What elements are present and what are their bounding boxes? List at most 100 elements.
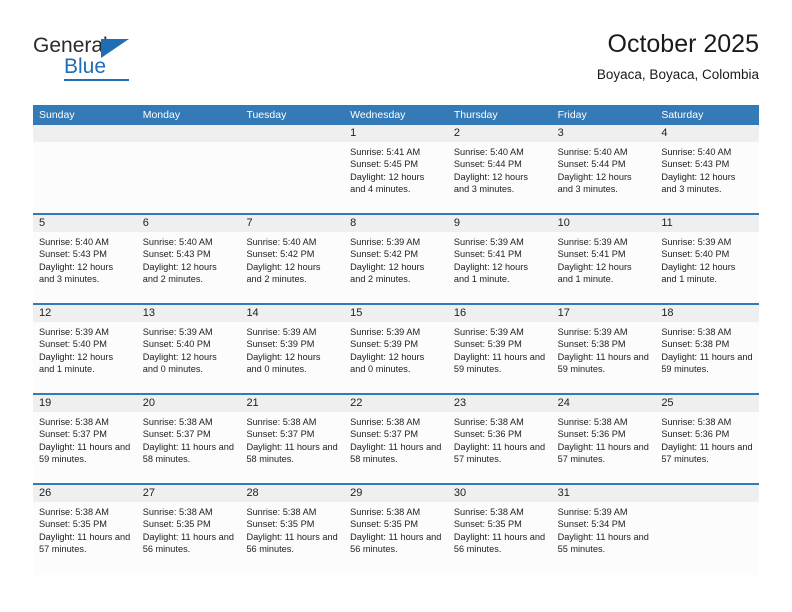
calendar-day-cell[interactable]: 2 Sunrise: 5:40 AM Sunset: 5:44 PM Daylight… — [447, 125, 552, 213]
calendar-day-cell[interactable]: 7 Sunrise: 5:40 AM Sunset: 5:42 PM Daylight… — [240, 215, 345, 303]
sunset-text: Sunset: 5:35 PM — [453, 519, 522, 530]
calendar-day-cell[interactable]: 15 Sunrise: 5:39 AM Sunset: 5:39 PM Dayligh… — [344, 305, 448, 393]
weekday-header-tuesday: Tuesday — [246, 109, 287, 121]
sunset-text: Sunset: 5:37 PM — [350, 429, 419, 440]
sunrise-text: Sunrise: 5:39 AM — [246, 327, 317, 337]
day-number: 16 — [447, 305, 552, 322]
weekday-header-friday: Friday — [557, 109, 587, 121]
daylight-text: Daylight: 11 hours and 57 minutes. — [453, 441, 546, 465]
calendar-day-cell[interactable]: 31 Sunrise: 5:39 AM Sunset: 5:34 PM Dayligh… — [551, 485, 656, 575]
day-details: Sunrise: 5:38 AM Sunset: 5:35 PM Daylight:… — [448, 502, 552, 556]
sunset-text: Sunset: 5:42 PM — [350, 249, 419, 260]
weekday-header-row: Sunday Monday Tuesday Wednesday Thursday Frid… — [33, 105, 759, 125]
sunrise-text: Sunrise: 5:39 AM — [557, 507, 628, 517]
calendar-grid: Sunday Monday Tuesday Wednesday Thursday Frid… — [33, 105, 760, 575]
calendar-day-cell[interactable]: 14 Sunrise: 5:39 AM Sunset: 5:39 PM Dayligh… — [240, 305, 345, 393]
calendar-day-cell[interactable]: 28 Sunrise: 5:38 AM Sunset: 5:35 PM Dayligh… — [240, 485, 345, 575]
daylight-text: Daylight: 11 hours and 59 minutes. — [453, 351, 546, 375]
weekday-header-sunday: Sunday — [39, 109, 75, 121]
sunrise-text: Sunrise: 5:38 AM — [39, 507, 109, 517]
sunrise-text: Sunrise: 5:38 AM — [350, 507, 421, 517]
general-blue-logo[interactable]: General Blue — [33, 34, 233, 90]
calendar-week-row: 12 Sunrise: 5:39 AM Sunset: 5:40 PM Dayligh… — [33, 305, 760, 395]
calendar-day-cell[interactable]: 8 Sunrise: 5:39 AM Sunset: 5:42 PM Daylight… — [344, 215, 448, 303]
calendar-day-cell[interactable]: 23 Sunrise: 5:38 AM Sunset: 5:36 PM Dayligh… — [447, 395, 552, 483]
day-details: Sunrise: 5:38 AM Sunset: 5:35 PM Daylight:… — [344, 502, 448, 556]
calendar-day-cell[interactable]: 25 Sunrise: 5:38 AM Sunset: 5:36 PM Dayligh… — [655, 395, 760, 483]
daylight-text: Daylight: 11 hours and 57 minutes. — [39, 531, 131, 555]
calendar-day-cell[interactable]: 4 Sunrise: 5:40 AM Sunset: 5:43 PM Daylight… — [655, 125, 760, 213]
calendar-day-cell[interactable]: 6 Sunrise: 5:40 AM Sunset: 5:43 PM Daylight… — [136, 215, 241, 303]
calendar-page: General Blue October 2025 Boyaca, Boyaca… — [0, 0, 792, 612]
calendar-day-cell[interactable]: 11 Sunrise: 5:39 AM Sunset: 5:40 PM Dayligh… — [655, 215, 760, 303]
day-details: Sunrise: 5:38 AM Sunset: 5:36 PM Daylight:… — [448, 412, 552, 466]
day-details: Sunrise: 5:39 AM Sunset: 5:40 PM Daylight:… — [137, 322, 241, 376]
calendar-day-cell[interactable]: 16 Sunrise: 5:39 AM Sunset: 5:39 PM Dayligh… — [447, 305, 552, 393]
sunrise-text: Sunrise: 5:41 AM — [350, 147, 421, 157]
day-details: Sunrise: 5:39 AM Sunset: 5:41 PM Daylight:… — [552, 232, 656, 286]
sunset-text: Sunset: 5:41 PM — [557, 249, 626, 260]
sunset-text: Sunset: 5:35 PM — [39, 519, 107, 530]
calendar-week-row: 19 Sunrise: 5:38 AM Sunset: 5:37 PM Dayligh… — [33, 395, 760, 485]
day-details: Sunrise: 5:39 AM Sunset: 5:39 PM Daylight:… — [344, 322, 448, 376]
day-number: 30 — [447, 485, 552, 502]
calendar-day-cell[interactable]: 1 Sunrise: 5:41 AM Sunset: 5:45 PM Daylight… — [344, 125, 448, 213]
calendar-day-cell[interactable]: 9 Sunrise: 5:39 AM Sunset: 5:41 PM Daylight… — [447, 215, 552, 303]
daylight-text: Daylight: 11 hours and 58 minutes. — [350, 441, 442, 465]
day-details: Sunrise: 5:38 AM Sunset: 5:37 PM Daylight:… — [33, 412, 137, 466]
daylight-text: Daylight: 12 hours and 2 minutes. — [142, 261, 217, 285]
day-details: Sunrise: 5:39 AM Sunset: 5:34 PM Daylight:… — [552, 502, 656, 556]
calendar-day-cell[interactable]: 20 Sunrise: 5:38 AM Sunset: 5:37 PM Dayligh… — [136, 395, 241, 483]
day-number: 21 — [240, 395, 345, 412]
calendar-day-cell[interactable]: 5 Sunrise: 5:40 AM Sunset: 5:43 PM Daylight… — [33, 215, 137, 303]
day-number — [655, 485, 760, 502]
calendar-day-cell[interactable]: 22 Sunrise: 5:38 AM Sunset: 5:37 PM Dayligh… — [344, 395, 448, 483]
day-number: 4 — [655, 125, 760, 142]
calendar-day-cell[interactable]: 3 Sunrise: 5:40 AM Sunset: 5:44 PM Daylight… — [551, 125, 656, 213]
day-number: 11 — [655, 215, 760, 232]
daylight-text: Daylight: 12 hours and 2 minutes. — [350, 261, 425, 285]
calendar-day-cell[interactable]: 26 Sunrise: 5:38 AM Sunset: 5:35 PM Dayligh… — [33, 485, 137, 575]
daylight-text: Daylight: 11 hours and 58 minutes. — [142, 441, 234, 465]
day-details: Sunrise: 5:38 AM Sunset: 5:37 PM Daylight:… — [240, 412, 344, 466]
sunrise-text: Sunrise: 5:40 AM — [557, 147, 628, 157]
sunset-text: Sunset: 5:35 PM — [246, 519, 315, 530]
sunset-text: Sunset: 5:45 PM — [350, 159, 419, 170]
day-number — [33, 125, 137, 142]
day-number: 28 — [240, 485, 345, 502]
sunset-text: Sunset: 5:34 PM — [557, 519, 626, 530]
day-number: 3 — [551, 125, 656, 142]
sunrise-text: Sunrise: 5:38 AM — [453, 417, 524, 427]
sunset-text: Sunset: 5:36 PM — [453, 429, 522, 440]
title-block: October 2025 Boyaca, Boyaca, Colombia — [597, 28, 759, 85]
day-details: Sunrise: 5:39 AM Sunset: 5:40 PM Daylight:… — [655, 232, 759, 286]
sunset-text: Sunset: 5:37 PM — [246, 429, 315, 440]
calendar-day-cell[interactable]: 12 Sunrise: 5:39 AM Sunset: 5:40 PM Dayligh… — [33, 305, 137, 393]
calendar-day-cell[interactable]: 13 Sunrise: 5:39 AM Sunset: 5:40 PM Dayligh… — [136, 305, 241, 393]
sunset-text: Sunset: 5:36 PM — [661, 429, 730, 440]
calendar-day-cell[interactable]: 21 Sunrise: 5:38 AM Sunset: 5:37 PM Dayligh… — [240, 395, 345, 483]
calendar-day-cell[interactable]: 18 Sunrise: 5:38 AM Sunset: 5:38 PM Dayligh… — [655, 305, 760, 393]
day-number: 8 — [344, 215, 448, 232]
calendar-weeks: 1 Sunrise: 5:41 AM Sunset: 5:45 PM Daylight… — [33, 125, 760, 575]
calendar-day-cell[interactable]: 30 Sunrise: 5:38 AM Sunset: 5:35 PM Dayligh… — [447, 485, 552, 575]
calendar-week-row: 1 Sunrise: 5:41 AM Sunset: 5:45 PM Daylight… — [33, 125, 760, 215]
sunrise-text: Sunrise: 5:39 AM — [557, 237, 628, 247]
daylight-text: Daylight: 12 hours and 0 minutes. — [246, 351, 321, 375]
daylight-text: Daylight: 11 hours and 56 minutes. — [453, 531, 546, 555]
day-details: Sunrise: 5:39 AM Sunset: 5:42 PM Daylight:… — [344, 232, 448, 286]
day-details: Sunrise: 5:38 AM Sunset: 5:35 PM Daylight:… — [137, 502, 241, 556]
calendar-day-cell[interactable]: 19 Sunrise: 5:38 AM Sunset: 5:37 PM Dayligh… — [33, 395, 137, 483]
calendar-day-cell[interactable]: 17 Sunrise: 5:39 AM Sunset: 5:38 PM Dayligh… — [551, 305, 656, 393]
calendar-day-cell[interactable]: 24 Sunrise: 5:38 AM Sunset: 5:36 PM Dayligh… — [551, 395, 656, 483]
calendar-cell-empty — [136, 125, 241, 213]
calendar-day-cell[interactable]: 29 Sunrise: 5:38 AM Sunset: 5:35 PM Dayligh… — [344, 485, 448, 575]
daylight-text: Daylight: 12 hours and 3 minutes. — [39, 261, 114, 285]
sunset-text: Sunset: 5:35 PM — [142, 519, 211, 530]
day-number: 13 — [136, 305, 241, 322]
day-details: Sunrise: 5:41 AM Sunset: 5:45 PM Daylight:… — [344, 142, 448, 196]
calendar-day-cell[interactable]: 10 Sunrise: 5:39 AM Sunset: 5:41 PM Dayligh… — [551, 215, 656, 303]
daylight-text: Daylight: 12 hours and 4 minutes. — [350, 171, 425, 195]
calendar-day-cell[interactable]: 27 Sunrise: 5:38 AM Sunset: 5:35 PM Dayligh… — [136, 485, 241, 575]
day-details: Sunrise: 5:40 AM Sunset: 5:44 PM Daylight:… — [448, 142, 552, 196]
